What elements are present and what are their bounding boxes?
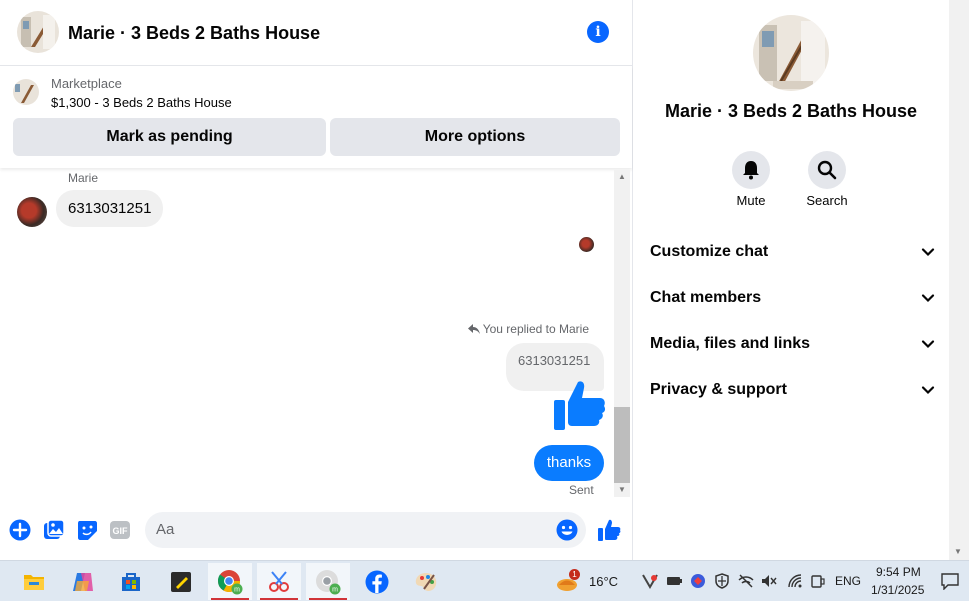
reply-arrow-icon [467, 324, 480, 334]
messenger-window: Marie · 3 Beds 2 Baths House i Marketpla… [0, 0, 969, 560]
gif-icon[interactable]: GIF [109, 519, 131, 541]
chat-avatar[interactable] [17, 11, 59, 53]
composer: GIF Aa [0, 508, 632, 553]
app-tray-icon[interactable] [690, 573, 706, 589]
media-files-links-label: Media, files and links [650, 335, 811, 352]
sticky-notes-icon[interactable] [159, 563, 203, 600]
search-button-circle [808, 151, 846, 189]
chat-members-section[interactable]: Chat members [650, 283, 935, 313]
battery-icon[interactable] [810, 573, 826, 589]
mark-as-pending-button[interactable]: Mark as pending [13, 118, 326, 156]
photo-icon[interactable] [43, 519, 65, 541]
notifications-icon[interactable] [941, 572, 959, 590]
vpn-icon[interactable] [642, 573, 658, 589]
plus-icon[interactable] [9, 519, 31, 541]
info-icon[interactable]: i [587, 21, 609, 43]
customize-chat-label: Customize chat [650, 243, 769, 260]
incoming-message[interactable]: 6313031251 [56, 190, 164, 227]
facebook-icon[interactable] [355, 563, 399, 600]
search-label: Search [806, 193, 848, 208]
reply-indicator: You replied to Marie [467, 322, 589, 336]
search-icon [817, 160, 837, 180]
svg-text:GIF: GIF [113, 526, 129, 536]
mute-label: Mute [736, 193, 766, 208]
listing-title[interactable]: $1,300 - 3 Beds 2 Baths House [51, 95, 232, 110]
notification-badge: 1 [569, 569, 580, 580]
paint-icon[interactable] [404, 563, 448, 600]
chat-title[interactable]: Marie · 3 Beds 2 Baths House [68, 23, 320, 44]
info-avatar[interactable] [753, 15, 829, 91]
listing-thumbnail[interactable] [13, 79, 39, 105]
read-receipt-avatar [579, 237, 594, 252]
svg-text:m: m [234, 586, 240, 593]
message-input[interactable]: Aa [145, 512, 586, 548]
chrome-profile-icon[interactable]: m [306, 563, 350, 600]
message-input-placeholder: Aa [156, 521, 175, 538]
svg-text:m: m [332, 586, 338, 593]
mute-button-circle [732, 151, 770, 189]
copilot-icon[interactable] [61, 563, 105, 600]
bell-icon [743, 161, 759, 180]
snipping-tool-icon[interactable] [257, 563, 301, 600]
network-off-icon[interactable] [738, 573, 754, 589]
input-language[interactable]: ENG [835, 574, 861, 588]
weather-widget[interactable]: 1 16°C [556, 569, 622, 595]
volume-muted-icon[interactable] [761, 573, 777, 589]
send-like-icon[interactable] [597, 518, 621, 542]
privacy-support-label: Privacy & support [650, 381, 787, 398]
scroll-down-arrow-icon[interactable]: ▼ [614, 484, 630, 496]
chevron-down-icon [921, 386, 935, 395]
clock-time[interactable]: 9:54 PM [876, 565, 921, 579]
search-button[interactable]: Search [797, 151, 857, 208]
media-files-links-section[interactable]: Media, files and links [650, 329, 935, 359]
mute-button[interactable]: Mute [721, 151, 781, 208]
sent-status: Sent [569, 483, 594, 497]
page-scroll-down-arrow-icon[interactable]: ▼ [954, 547, 962, 556]
customize-chat-section[interactable]: Customize chat [650, 237, 935, 267]
info-name: Marie · 3 Beds 2 Baths House [664, 101, 918, 121]
scrollbar-thumb[interactable] [614, 407, 630, 483]
chevron-down-icon [921, 248, 935, 257]
chrome-icon[interactable]: m [208, 563, 252, 600]
privacy-support-section[interactable]: Privacy & support [650, 375, 935, 405]
emoji-icon[interactable] [556, 519, 578, 541]
chevron-down-icon [921, 340, 935, 349]
sticker-icon[interactable] [76, 519, 98, 541]
temperature: 16°C [589, 574, 619, 589]
chat-info-panel: Marie · 3 Beds 2 Baths House Mute Search… [633, 0, 949, 560]
wifi-icon[interactable] [787, 573, 803, 589]
reply-indicator-label: You replied to Marie [482, 322, 589, 336]
marketplace-label: Marketplace [51, 76, 122, 91]
chevron-down-icon [921, 294, 935, 303]
chat-pane: Marie · 3 Beds 2 Baths House i Marketpla… [0, 0, 633, 560]
sender-avatar[interactable] [17, 197, 47, 227]
thumbs-up-icon[interactable] [552, 378, 606, 432]
scroll-up-arrow-icon[interactable]: ▲ [614, 171, 630, 183]
more-options-button[interactable]: More options [330, 118, 620, 156]
battery-app-icon[interactable] [666, 573, 682, 589]
windows-taskbar: m m 1 16°C ENG 9:54 PM 1/31/2025 [0, 560, 969, 601]
file-explorer-icon[interactable] [12, 563, 56, 600]
chat-members-label: Chat members [650, 289, 762, 306]
marketplace-banner: Marketplace $1,300 - 3 Beds 2 Baths Hous… [0, 66, 632, 168]
store-icon[interactable] [109, 563, 153, 600]
chat-header: Marie · 3 Beds 2 Baths House i [0, 0, 632, 66]
outgoing-message[interactable]: thanks [534, 445, 604, 481]
clock-date[interactable]: 1/31/2025 [871, 583, 924, 597]
sender-name: Marie [68, 171, 99, 185]
security-shield-icon[interactable] [714, 573, 730, 589]
page-scrollbar[interactable] [949, 0, 969, 560]
